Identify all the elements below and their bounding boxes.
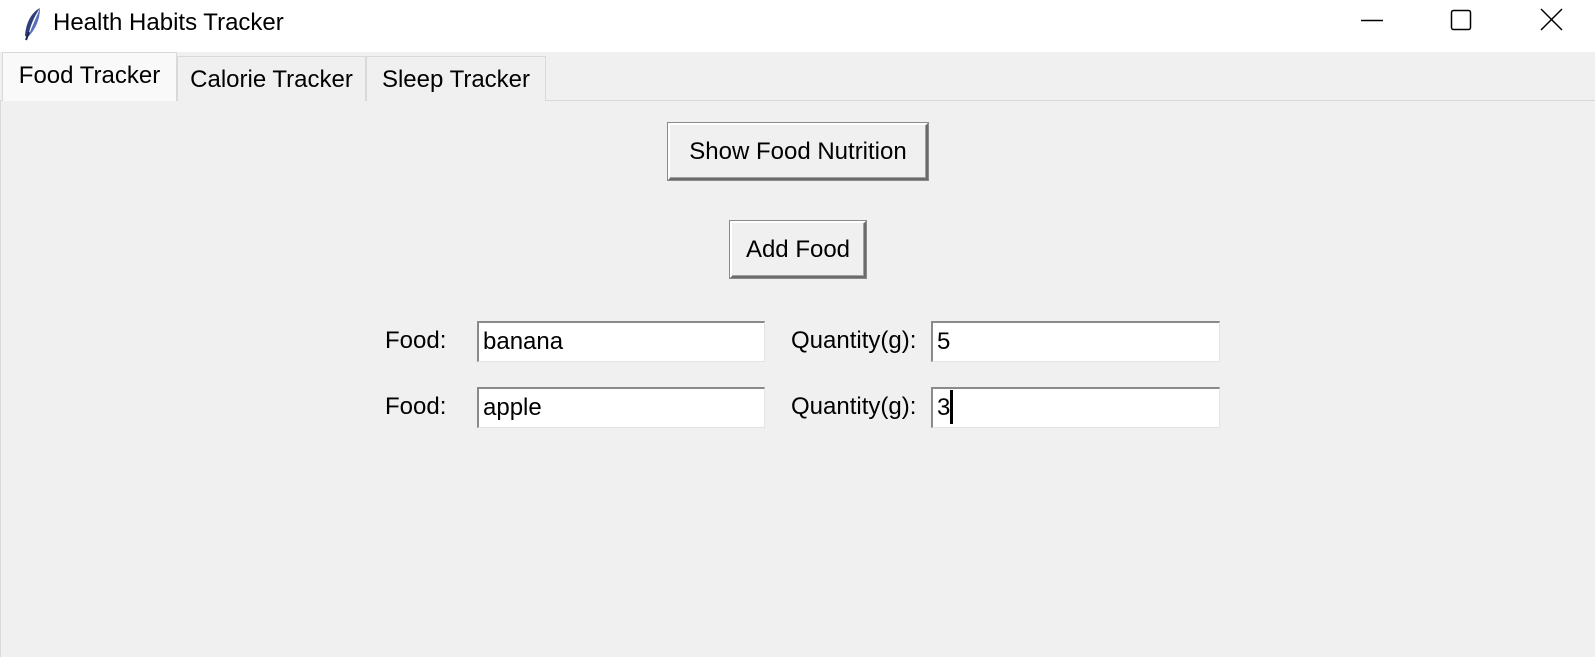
title-bar[interactable]: Health Habits Tracker	[0, 0, 1595, 52]
quantity-input[interactable]: 3	[931, 387, 1220, 428]
food-input[interactable]: apple	[477, 387, 765, 428]
tab-food-tracker[interactable]: Food Tracker	[2, 52, 177, 101]
quantity-label: Quantity(g):	[791, 393, 917, 420]
food-input-value: banana	[483, 328, 564, 355]
window-title: Health Habits Tracker	[53, 9, 284, 36]
text-cursor	[950, 389, 954, 424]
quantity-label: Quantity(g):	[791, 327, 917, 354]
quantity-input[interactable]: 5	[931, 321, 1220, 362]
tab-sleep-tracker[interactable]: Sleep Tracker	[366, 56, 546, 102]
close-icon	[1540, 8, 1563, 31]
food-input[interactable]: banana	[477, 321, 765, 362]
minimize-button[interactable]	[1325, 0, 1415, 42]
food-tracker-panel: Show Food Nutrition Add Food Food: banan…	[0, 101, 1595, 657]
food-input-value: apple	[483, 394, 542, 421]
food-label: Food:	[385, 393, 447, 420]
quantity-input-value: 5	[937, 328, 951, 355]
close-button[interactable]	[1505, 0, 1595, 42]
minimize-icon	[1361, 19, 1383, 22]
quantity-input-value: 3	[937, 394, 951, 421]
tab-bar: Food Tracker Calorie Tracker Sleep Track…	[0, 52, 1595, 102]
food-label: Food:	[385, 327, 447, 354]
tab-calorie-tracker[interactable]: Calorie Tracker	[177, 56, 366, 102]
maximize-icon	[1450, 9, 1472, 31]
add-food-button[interactable]: Add Food	[730, 221, 866, 278]
feather-icon	[20, 6, 46, 42]
maximize-button[interactable]	[1415, 0, 1505, 42]
show-food-nutrition-button[interactable]: Show Food Nutrition	[668, 123, 928, 180]
